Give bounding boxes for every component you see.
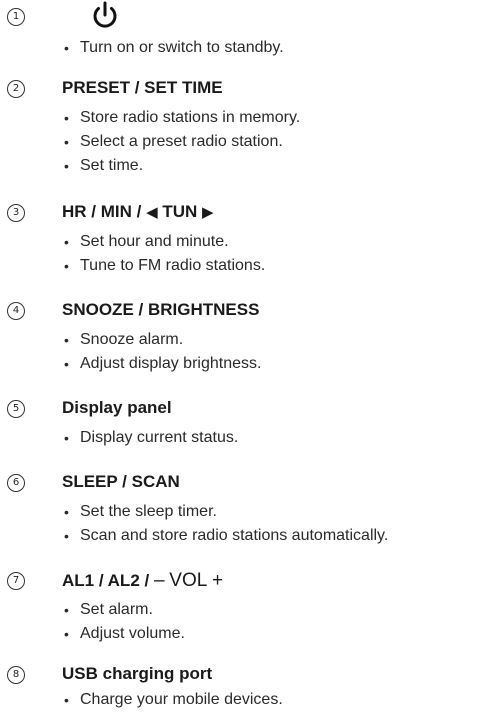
item-number: 8 bbox=[7, 666, 25, 684]
item-number: 4 bbox=[7, 302, 25, 320]
list-item: Select a preset radio station. bbox=[64, 130, 300, 154]
list-item: Tune to FM radio stations. bbox=[64, 254, 265, 278]
item-list: Snooze alarm. Adjust display brightness. bbox=[64, 328, 261, 376]
list-item: Set hour and minute. bbox=[64, 230, 265, 254]
right-arrow-icon: ▶ bbox=[202, 204, 214, 221]
section-heading: AL1 / AL2 / – VOL + bbox=[62, 570, 224, 591]
list-item: Snooze alarm. bbox=[64, 328, 261, 352]
item-list: Turn on or switch to standby. bbox=[64, 36, 284, 60]
section-heading: HR / MIN / ◀ TUN ▶ bbox=[62, 202, 214, 221]
item-number: 7 bbox=[7, 572, 25, 590]
item-number: 3 bbox=[7, 204, 25, 222]
list-item: Store radio stations in memory. bbox=[64, 106, 300, 130]
section-heading: USB charging port bbox=[62, 664, 213, 683]
list-item: Adjust display brightness. bbox=[64, 352, 261, 376]
section-heading: Display panel bbox=[62, 398, 172, 417]
list-item: Adjust volume. bbox=[64, 622, 185, 646]
power-icon bbox=[93, 1, 117, 28]
plus-icon: + bbox=[212, 570, 224, 591]
list-item: Display current status. bbox=[64, 426, 238, 450]
item-list: Display current status. bbox=[64, 426, 238, 450]
list-item: Scan and store radio stations automatica… bbox=[64, 524, 388, 548]
section-heading: SNOOZE / BRIGHTNESS bbox=[62, 300, 260, 319]
item-list: Set hour and minute. Tune to FM radio st… bbox=[64, 230, 265, 278]
section-heading: SLEEP / SCAN bbox=[62, 472, 180, 491]
item-list: Set the sleep timer. Scan and store radi… bbox=[64, 500, 388, 548]
section-heading: PRESET / SET TIME bbox=[62, 78, 223, 97]
item-number: 5 bbox=[7, 400, 25, 418]
item-number: 1 bbox=[7, 8, 25, 26]
list-item: Turn on or switch to standby. bbox=[64, 36, 284, 60]
item-number: 2 bbox=[7, 80, 25, 98]
list-item: Set the sleep timer. bbox=[64, 500, 388, 524]
list-item: Set time. bbox=[64, 154, 300, 178]
item-list: Set alarm. Adjust volume. bbox=[64, 598, 185, 646]
item-list: Store radio stations in memory. Select a… bbox=[64, 106, 300, 178]
item-list: Charge your mobile devices. bbox=[64, 688, 283, 712]
list-item: Charge your mobile devices. bbox=[64, 688, 283, 712]
item-number: 6 bbox=[7, 474, 25, 492]
minus-icon: – bbox=[153, 570, 165, 591]
list-item: Set alarm. bbox=[64, 598, 185, 622]
left-arrow-icon: ◀ bbox=[146, 204, 158, 221]
